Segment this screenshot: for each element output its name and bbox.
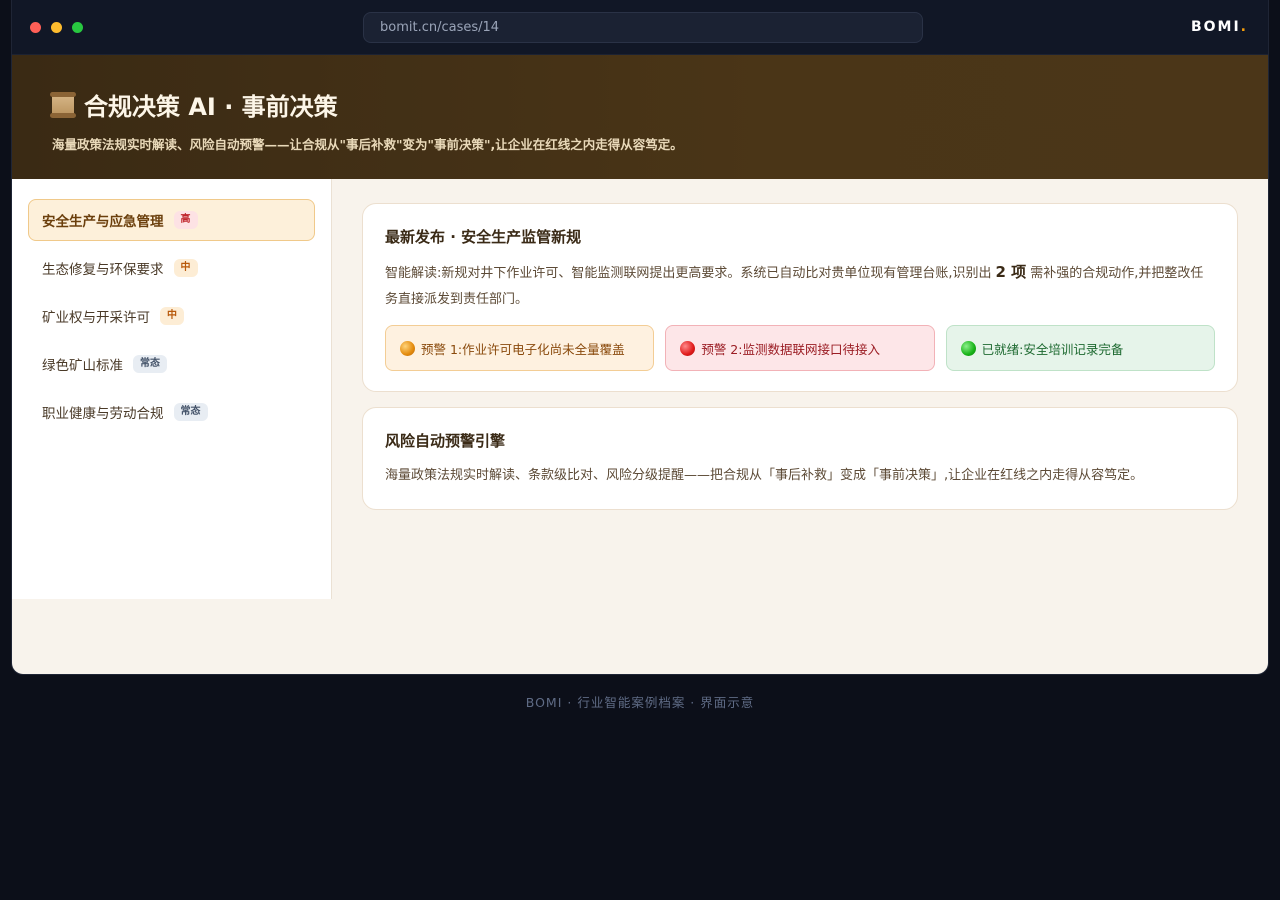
green-circle-icon xyxy=(960,340,976,356)
address-bar[interactable]: bomit.cn/cases/14 xyxy=(363,12,923,43)
alert-warning-1[interactable]: 预警 1:作业许可电子化尚未全量覆盖 xyxy=(385,325,655,371)
highlight-count: 2 项 xyxy=(995,263,1027,281)
priority-badge: 常态 xyxy=(173,403,208,421)
sidebar-item-green-mine[interactable]: 绿色矿山标准 常态 xyxy=(28,343,315,385)
priority-badge: 中 xyxy=(173,259,198,277)
close-window-button[interactable] xyxy=(30,22,41,33)
alert-text: 预警 1:作业许可电子化尚未全量覆盖 xyxy=(421,341,625,357)
priority-badge: 中 xyxy=(160,307,184,325)
card-title: 最新发布 · 安全生产监管新规 xyxy=(385,228,582,246)
alert-list: 预警 1:作业许可电子化尚未全量覆盖 预警 2:监测数据联网接口待接入 已就绪:… xyxy=(385,325,1215,371)
sidebar-item-label: 生态修复与环保要求 xyxy=(42,262,164,278)
sidebar-item-label: 绿色矿山标准 xyxy=(42,358,123,374)
page-subtitle: 海量政策法规实时解读、风险自动预警——让合规从"事后补救"变为"事前决策",让企… xyxy=(52,137,683,152)
sidebar-item-safety[interactable]: 安全生产与应急管理 高 xyxy=(28,199,315,241)
minimize-window-button[interactable] xyxy=(51,22,62,33)
card-title: 风险自动预警引擎 xyxy=(385,432,506,450)
card-description: 智能解读:新规对井下作业许可、智能监测联网提出更高要求。系统已自动比对贵单位现有… xyxy=(385,259,1215,313)
card-description: 海量政策法规实时解读、条款级比对、风险分级提醒——把合规从「事后补救」变成「事前… xyxy=(385,468,1144,483)
browser-window: bomit.cn/cases/14 BOMI. 合规决策 AI · 事前决策 海… xyxy=(11,0,1269,675)
page-title: 合规决策 AI · 事前决策 xyxy=(50,87,1228,122)
orange-circle-icon xyxy=(400,340,415,356)
alert-ready[interactable]: 已就绪:安全培训记录完备 xyxy=(945,325,1215,371)
content-area: 安全生产与应急管理 高 生态修复与环保要求 中 矿业权与开采许可 中 绿色矿山标… xyxy=(12,179,1268,674)
browser-chrome: bomit.cn/cases/14 BOMI. xyxy=(12,0,1268,55)
main-panel: 最新发布 · 安全生产监管新规 智能解读:新规对井下作业许可、智能监测联网提出更… xyxy=(332,179,1268,674)
page-title-text: 合规决策 AI · 事前决策 xyxy=(84,93,338,121)
priority-badge: 常态 xyxy=(133,355,167,373)
priority-badge: 高 xyxy=(173,211,198,229)
sidebar: 安全生产与应急管理 高 生态修复与环保要求 中 矿业权与开采许可 中 绿色矿山标… xyxy=(12,179,332,599)
sidebar-item-label: 矿业权与开采许可 xyxy=(42,310,150,326)
card-text-before: 智能解读:新规对井下作业许可、智能监测联网提出更高要求。系统已自动比对贵单位现有… xyxy=(385,266,992,281)
scroll-icon xyxy=(50,91,76,118)
footer-caption: BOMI · 行业智能案例档案 · 界面示意 xyxy=(525,695,755,710)
brand-logo: BOMI. xyxy=(1191,19,1248,35)
brand-dot: . xyxy=(1240,19,1248,35)
sidebar-item-label: 职业健康与劳动合规 xyxy=(42,406,164,422)
risk-engine-card: 风险自动预警引擎 海量政策法规实时解读、条款级比对、风险分级提醒——把合规从「事… xyxy=(362,407,1238,510)
brand-name: BOMI xyxy=(1190,19,1241,35)
sidebar-item-mining-rights[interactable]: 矿业权与开采许可 中 xyxy=(28,295,315,337)
alert-text: 预警 2:监测数据联网接口待接入 xyxy=(701,341,880,357)
red-circle-icon xyxy=(680,340,696,356)
alert-text: 已就绪:安全培训记录完备 xyxy=(981,341,1124,357)
alert-warning-2[interactable]: 预警 2:监测数据联网接口待接入 xyxy=(665,325,935,371)
regulation-card: 最新发布 · 安全生产监管新规 智能解读:新规对井下作业许可、智能监测联网提出更… xyxy=(362,203,1238,392)
maximize-window-button[interactable] xyxy=(72,22,83,33)
sidebar-item-label: 安全生产与应急管理 xyxy=(42,214,164,230)
sidebar-item-ecology[interactable]: 生态修复与环保要求 中 xyxy=(28,247,315,289)
hero-banner: 合规决策 AI · 事前决策 海量政策法规实时解读、风险自动预警——让合规从"事… xyxy=(12,55,1268,179)
sidebar-item-occupational-health[interactable]: 职业健康与劳动合规 常态 xyxy=(28,391,315,433)
